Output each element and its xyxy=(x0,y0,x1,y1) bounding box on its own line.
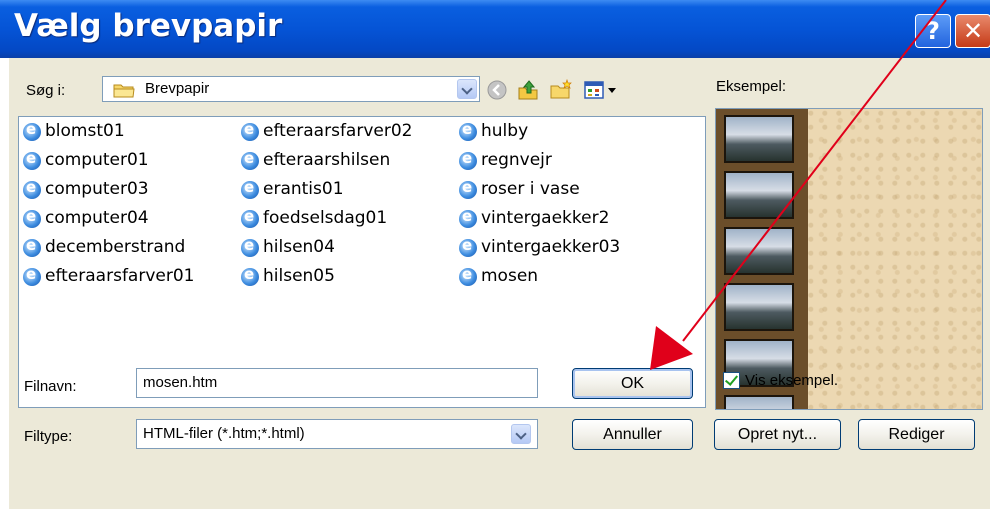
create-new-button[interactable]: Opret nyt... xyxy=(714,419,841,450)
ie-file-icon xyxy=(241,236,259,257)
help-button[interactable]: ? xyxy=(915,14,951,48)
folder-icon xyxy=(113,84,135,98)
dialog-title: Vælg brevpapir xyxy=(14,8,283,44)
preview-photo xyxy=(724,283,794,331)
ie-file-icon xyxy=(459,178,477,199)
preview-paper xyxy=(808,109,982,409)
ie-file-icon xyxy=(459,236,477,257)
preview-image-border xyxy=(716,109,808,409)
filename-label: Filnavn: xyxy=(24,378,77,395)
ie-file-icon xyxy=(241,265,259,286)
filetype-label: Filtype: xyxy=(24,428,73,445)
preview-pane xyxy=(715,108,983,410)
ie-file-icon xyxy=(459,149,477,170)
up-folder-icon[interactable] xyxy=(516,78,540,102)
view-menu-icon[interactable] xyxy=(583,78,623,102)
ie-file-icon xyxy=(23,207,41,228)
edit-button[interactable]: Rediger xyxy=(858,419,975,450)
ie-file-icon xyxy=(23,236,41,257)
preview-label: Eksempel: xyxy=(716,78,787,95)
filetype-value: HTML-filer (*.htm;*.html) xyxy=(143,425,305,442)
preview-photo xyxy=(724,171,794,219)
cancel-button[interactable]: Annuller xyxy=(572,419,693,450)
show-preview-label: Vis eksempel. xyxy=(745,372,839,389)
show-preview-checkbox[interactable] xyxy=(723,372,740,389)
look-in-value: Brevpapir xyxy=(145,80,210,97)
file-list[interactable]: blomst01 computer01 computer03 computer0… xyxy=(18,116,706,408)
chevron-down-icon[interactable] xyxy=(511,424,531,444)
ok-button[interactable]: OK xyxy=(572,368,693,399)
filetype-dropdown[interactable]: HTML-filer (*.htm;*.html) xyxy=(136,419,538,449)
ie-file-icon xyxy=(23,149,41,170)
ie-file-icon xyxy=(23,265,41,286)
ie-file-icon xyxy=(459,207,477,228)
ie-file-icon xyxy=(241,120,259,141)
look-in-label: Søg i: xyxy=(26,82,66,99)
close-button[interactable]: ✕ xyxy=(955,14,990,48)
dialog-window: Vælg brevpapir ? ✕ Søg i: Brevpapir Ekse… xyxy=(0,0,990,509)
preview-photo xyxy=(724,115,794,163)
ie-file-icon xyxy=(23,178,41,199)
preview-photo xyxy=(724,395,794,409)
chevron-down-icon[interactable] xyxy=(457,79,477,99)
back-icon[interactable] xyxy=(485,78,509,102)
ie-file-icon xyxy=(459,265,477,286)
ie-file-icon xyxy=(459,120,477,141)
preview-photo xyxy=(724,227,794,275)
title-bar[interactable]: Vælg brevpapir ? ✕ xyxy=(0,0,990,58)
filename-input[interactable]: mosen.htm xyxy=(136,368,538,398)
ie-file-icon xyxy=(241,149,259,170)
ie-file-icon xyxy=(241,207,259,228)
look-in-dropdown[interactable]: Brevpapir xyxy=(102,76,480,102)
ie-file-icon xyxy=(23,120,41,141)
new-folder-icon[interactable] xyxy=(549,78,573,102)
dialog-body: Søg i: Brevpapir Eksempel: e blomst01 e … xyxy=(9,58,990,509)
ie-file-icon xyxy=(241,178,259,199)
